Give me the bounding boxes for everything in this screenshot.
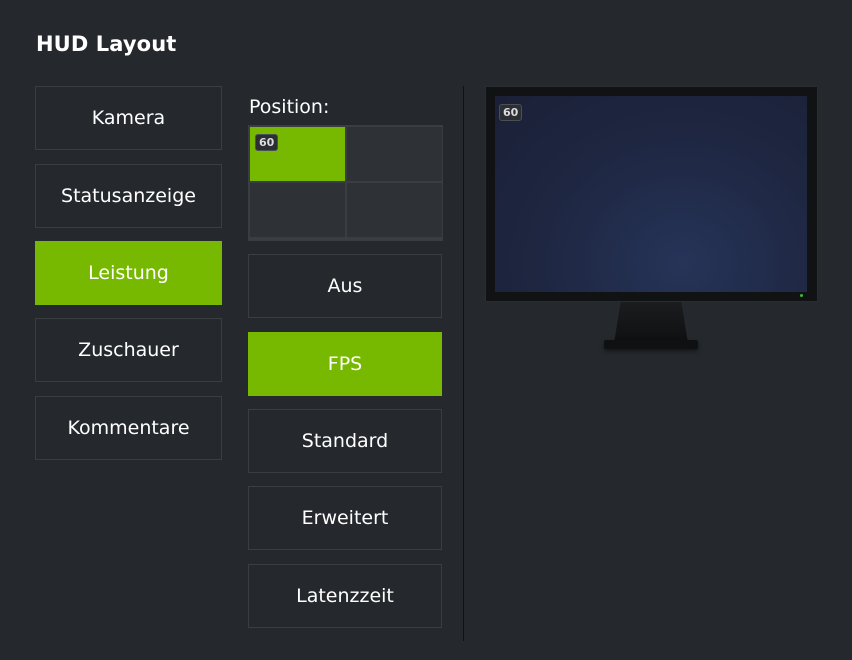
monitor-stand-neck xyxy=(614,302,688,342)
category-zuschauer-button[interactable]: Zuschauer xyxy=(35,318,222,382)
category-statusanzeige-button[interactable]: Statusanzeige xyxy=(35,164,222,228)
category-kommentare-button[interactable]: Kommentare xyxy=(35,396,222,460)
position-top-left-cell[interactable]: 60 xyxy=(250,127,345,181)
position-grid: 60 xyxy=(248,125,443,241)
fps-badge: 60 xyxy=(255,134,279,151)
option-latenzzeit-button[interactable]: Latenzzeit xyxy=(248,564,442,628)
vertical-divider xyxy=(463,86,464,641)
hud-layout-panel: HUD Layout Kamera Statusanzeige Leistung… xyxy=(0,0,852,660)
monitor-preview: 60 xyxy=(485,86,818,302)
option-fps-button[interactable]: FPS xyxy=(248,332,442,396)
power-led-icon xyxy=(800,294,803,297)
position-top-right-cell[interactable] xyxy=(347,127,442,181)
monitor-screen: 60 xyxy=(495,96,807,292)
option-aus-button[interactable]: Aus xyxy=(248,254,442,318)
position-bottom-right-cell[interactable] xyxy=(347,183,442,237)
preview-fps-badge: 60 xyxy=(499,104,523,121)
category-kamera-button[interactable]: Kamera xyxy=(35,86,222,150)
page-title: HUD Layout xyxy=(36,32,177,56)
monitor-stand-base xyxy=(604,340,698,349)
position-label: Position: xyxy=(249,96,330,118)
option-erweitert-button[interactable]: Erweitert xyxy=(248,486,442,550)
position-bottom-left-cell[interactable] xyxy=(250,183,345,237)
option-standard-button[interactable]: Standard xyxy=(248,409,442,473)
category-leistung-button[interactable]: Leistung xyxy=(35,241,222,305)
